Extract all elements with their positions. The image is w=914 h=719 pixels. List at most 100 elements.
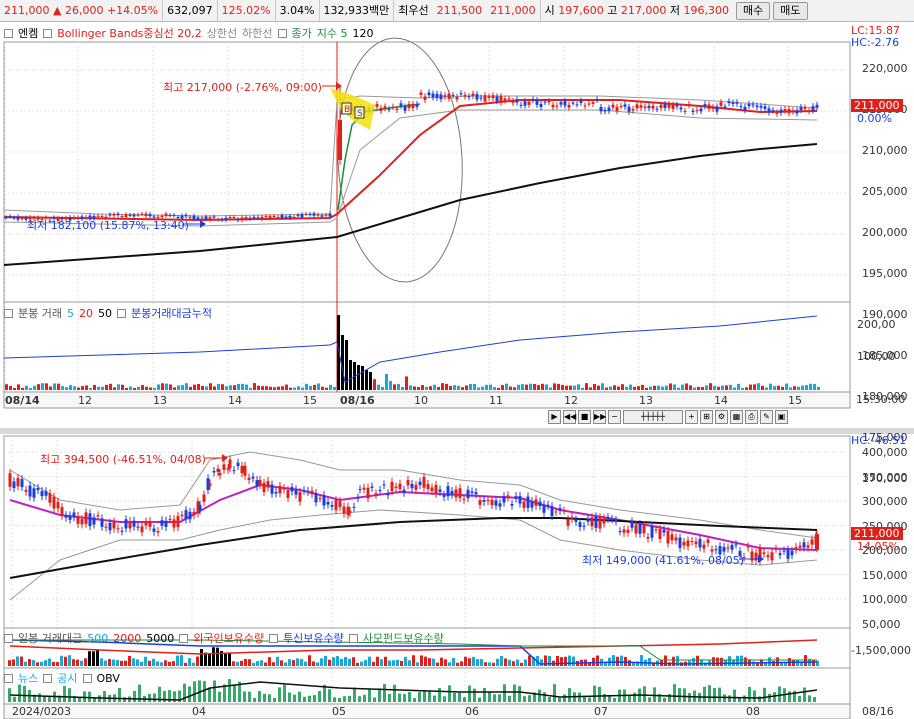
tools-icon[interactable]: ✎ [760, 410, 773, 424]
volume-bar [500, 656, 503, 666]
candle-body [731, 102, 735, 105]
volume-bar [145, 386, 148, 390]
checkbox-icon[interactable] [43, 673, 53, 683]
obv-bar [458, 692, 461, 702]
checkbox-icon[interactable] [82, 673, 92, 683]
layout-icon[interactable]: ▦ [730, 410, 743, 424]
volume-bar [713, 385, 716, 390]
checkbox-icon[interactable] [179, 633, 189, 643]
checkbox-icon[interactable] [348, 633, 358, 643]
candle-body [778, 553, 782, 556]
volume-bar [437, 386, 440, 390]
candle-body [439, 94, 443, 100]
volume-bar [161, 383, 164, 390]
obv-bar [713, 687, 716, 702]
candle-body [244, 217, 248, 219]
volume-bar [105, 384, 108, 390]
candle-body [798, 545, 802, 548]
candle-body [511, 100, 515, 103]
bottom-volume-legend: 일봉 거래대금 500 2000 5000 외국인보유수량 투신보유수량 사모펀… [4, 630, 449, 646]
legend-news[interactable]: 뉴스 [18, 670, 38, 686]
obv-bar [303, 696, 306, 702]
volume-bar [541, 383, 544, 390]
candle-body [575, 104, 579, 106]
forward-icon[interactable]: ▶▶ [593, 410, 606, 424]
candle-body [590, 517, 594, 527]
volume-bar [61, 386, 64, 390]
pane-splitter[interactable] [0, 428, 914, 434]
volume-bar [45, 383, 48, 390]
settings-icon[interactable]: ⚙ [715, 410, 728, 424]
volume-bar [5, 384, 8, 390]
volume-bar [452, 658, 455, 666]
checkbox-icon[interactable] [4, 308, 13, 318]
volume-bar [28, 659, 31, 666]
obv-bar [528, 695, 531, 702]
top-x-label: 12 [564, 394, 578, 407]
volume-bar [673, 384, 676, 390]
candle-body [164, 213, 168, 216]
rewind-icon[interactable]: ◀◀ [563, 410, 576, 424]
legend-notice[interactable]: 공시 [57, 670, 77, 686]
print-icon[interactable]: ⎙ [745, 410, 758, 424]
candle-body [84, 512, 88, 524]
checkbox-icon[interactable] [116, 308, 126, 318]
chart-canvas[interactable]: B S [0, 0, 914, 719]
candle-body [208, 483, 212, 486]
candle-body [443, 95, 447, 97]
zoom-out-icon[interactable]: − [608, 410, 621, 424]
volume-bar [753, 384, 756, 390]
volume-bar [156, 661, 159, 666]
obv-bar [88, 691, 91, 702]
volume-bar [400, 660, 403, 666]
obv-bar [368, 689, 371, 702]
candle-body [236, 219, 240, 221]
obv-bar [448, 685, 451, 702]
save-icon[interactable]: ▣ [775, 410, 788, 424]
candle-body [623, 104, 627, 107]
volume-bar [180, 655, 183, 666]
candle-body [220, 219, 224, 221]
candle-body [80, 519, 84, 525]
volume-bar [488, 662, 491, 666]
zoom-in-icon[interactable]: + [685, 410, 698, 424]
volume-bar [456, 662, 459, 666]
candle-body [467, 96, 471, 98]
volume-bar [625, 386, 628, 390]
bottom-y-tick: 300,000 [862, 495, 908, 508]
checkbox-icon[interactable] [4, 673, 13, 683]
volume-bar [85, 385, 88, 390]
volume-bar [573, 385, 576, 390]
candle-body [76, 515, 80, 524]
volume-bar [197, 384, 200, 390]
legend-fund: 사모펀드보유수량 [362, 632, 444, 645]
volume-bar [685, 383, 688, 390]
obv-bar [383, 684, 386, 702]
candle-body [446, 486, 450, 497]
candle-body [387, 109, 391, 111]
obv-bar [668, 693, 671, 702]
checkbox-icon[interactable] [269, 633, 279, 643]
volume-bar [365, 370, 368, 390]
candle-body [290, 487, 294, 492]
bottom-vol-tick: -1,500,000 [851, 644, 911, 657]
candle-body [719, 102, 723, 106]
volume-bar [201, 386, 204, 390]
zoom-slider-icon[interactable]: ┼┼┼┼┼ [623, 410, 683, 424]
volume-bar [769, 383, 772, 390]
obv-bar [688, 693, 691, 702]
volume-bar [36, 662, 39, 666]
volume-bar [401, 386, 404, 390]
candle-body [72, 512, 76, 518]
scroll-right-icon[interactable]: ▶ [548, 410, 561, 424]
obv-bar [278, 687, 281, 702]
obv-bar [153, 693, 156, 702]
volume-bar [501, 385, 504, 390]
volume-bar [417, 387, 420, 390]
stop-icon[interactable]: ■ [578, 410, 591, 424]
candle-body [56, 501, 60, 509]
checkbox-icon[interactable] [4, 633, 13, 643]
candle-body [614, 520, 618, 522]
reset-zoom-icon[interactable]: ⊞ [700, 410, 713, 424]
volume-bar [648, 658, 651, 666]
